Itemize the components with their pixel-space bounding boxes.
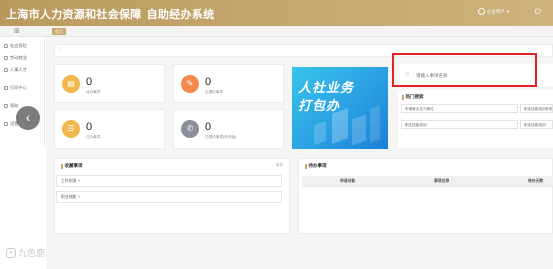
section-marker <box>402 94 404 100</box>
sidebar-item-label: 劳动就业 <box>10 55 27 60</box>
user-icon <box>477 8 485 15</box>
back-arrow-button[interactable]: ‹ <box>16 106 40 130</box>
section-marker <box>305 163 307 169</box>
red-highlight-box <box>392 53 537 87</box>
watermark-logo-icon: ✦ <box>6 247 16 258</box>
briefcase-icon <box>4 56 8 60</box>
favorite-item-label: 职业技能 <box>61 195 77 199</box>
stat-value: 0 <box>86 121 93 133</box>
column-header: 事项名称 <box>434 179 450 183</box>
document-icon: ▤ <box>62 75 80 93</box>
stat-label: 待办事项 <box>86 90 101 94</box>
stat-value: 0 <box>205 121 212 133</box>
power-icon[interactable]: ⏻ <box>535 7 541 17</box>
stat-label: 已预约事项(未开始) <box>205 135 237 139</box>
sidebar-item-social-insurance[interactable]: 社会保险 <box>4 43 27 49</box>
favorites-title-text: 收藏事项 <box>64 163 83 168</box>
help-icon <box>4 104 8 108</box>
sidebar-item-label: 社会保险 <box>10 43 27 48</box>
hot-search-item[interactable]: 申请就业见习单位 <box>401 104 518 113</box>
tab-home[interactable]: 首页 <box>52 28 66 35</box>
loading-icon: ◌ <box>59 47 63 53</box>
list-icon: ☰ <box>62 120 80 138</box>
user-menu[interactable]: 企业用户 ▾ <box>477 8 509 15</box>
building-shape <box>370 105 380 143</box>
shield-icon <box>4 44 8 48</box>
favorite-item[interactable]: 职业技能✎ <box>56 191 282 203</box>
hot-search-title: 热门搜索 <box>402 94 424 100</box>
tab-bar: ⊞ 首页 <box>0 26 553 37</box>
todo-title-text: 待办事项 <box>308 163 327 168</box>
favorite-item[interactable]: 工作年限✎ <box>56 175 282 187</box>
section-marker <box>61 163 63 169</box>
top-header: 上海市人力资源和社会保障 自助经办系统 企业用户 ▾ ⏻ <box>0 0 553 26</box>
hot-search-item[interactable]: 职业技能培训 <box>520 120 553 129</box>
more-link[interactable]: 更多 <box>276 163 283 168</box>
promo-banner[interactable]: 人社业务 打包办 <box>292 67 388 149</box>
app-title-sub: 自助经办系统 <box>146 9 215 21</box>
person-icon <box>4 68 8 72</box>
sidebar: 社会保险 劳动就业 人事人才 打印中心 帮助 设置 <box>0 37 45 147</box>
stat-value: 0 <box>205 76 212 88</box>
hot-search-title-text: 热门搜索 <box>405 94 424 99</box>
sidebar-item-label: 打印中心 <box>10 85 27 90</box>
app-title: 上海市人力资源和社会保障 自助经办系统 <box>6 6 214 22</box>
grid-menu-icon[interactable]: ⊞ <box>14 27 20 35</box>
sidebar-item-label: 帮助 <box>10 103 19 108</box>
sidebar-item-print[interactable]: 打印中心 <box>4 85 27 91</box>
banner-line-2: 打包办 <box>298 98 341 113</box>
hot-search-item[interactable]: 职业技能培训 <box>401 120 518 129</box>
building-shape <box>352 114 366 146</box>
gear-icon <box>4 122 8 126</box>
todo-panel: 待办事项 <box>298 158 553 234</box>
building-shape <box>314 120 326 146</box>
sidebar-item-help[interactable]: 帮助 <box>4 103 18 109</box>
todo-title: 待办事项 <box>305 163 327 169</box>
user-label: 企业用户 <box>486 8 505 14</box>
favorites-title: 收藏事项 <box>61 163 83 169</box>
column-header: 待办天数 <box>528 179 544 183</box>
stat-card-pending[interactable]: ▤ 0 待办事项 <box>54 64 165 103</box>
stat-value: 0 <box>86 76 93 88</box>
chevron-down-icon: ▾ <box>506 8 509 14</box>
stat-card-in-progress[interactable]: ✎ 0 办理中事项 <box>173 64 284 103</box>
favorite-item-label: 工作年限 <box>61 179 77 183</box>
stat-label: 已办事项 <box>86 135 101 139</box>
stat-card-done[interactable]: ☰ 0 已办事项 <box>54 109 165 149</box>
sidebar-item-talent[interactable]: 人事人才 <box>4 67 27 73</box>
app-title-main: 上海市人力资源和社会保障 <box>6 9 142 21</box>
hot-search-panel: 热门搜索 <box>398 90 553 148</box>
column-header: 申请对象 <box>340 179 356 183</box>
edit-icon[interactable]: ✎ <box>77 195 80 199</box>
watermark: ✦ 九色鹿 <box>6 246 45 259</box>
phone-icon: ✆ <box>181 120 199 138</box>
edit-icon[interactable]: ✎ <box>77 179 80 183</box>
todo-table-header: 申请对象 事项名称 待办天数 <box>302 176 553 187</box>
stat-label: 办理中事项 <box>205 90 223 94</box>
watermark-text: 九色鹿 <box>18 248 46 258</box>
sidebar-item-label: 人事人才 <box>10 67 27 72</box>
edit-document-icon: ✎ <box>181 75 199 93</box>
stat-card-appointment[interactable]: ✆ 0 已预约事项(未开始) <box>173 109 284 149</box>
printer-icon <box>4 86 8 90</box>
hot-search-item[interactable]: 职业技能培训补贴 <box>520 104 553 113</box>
banner-line-1: 人社业务 <box>298 80 355 95</box>
sidebar-item-employment[interactable]: 劳动就业 <box>4 55 27 61</box>
